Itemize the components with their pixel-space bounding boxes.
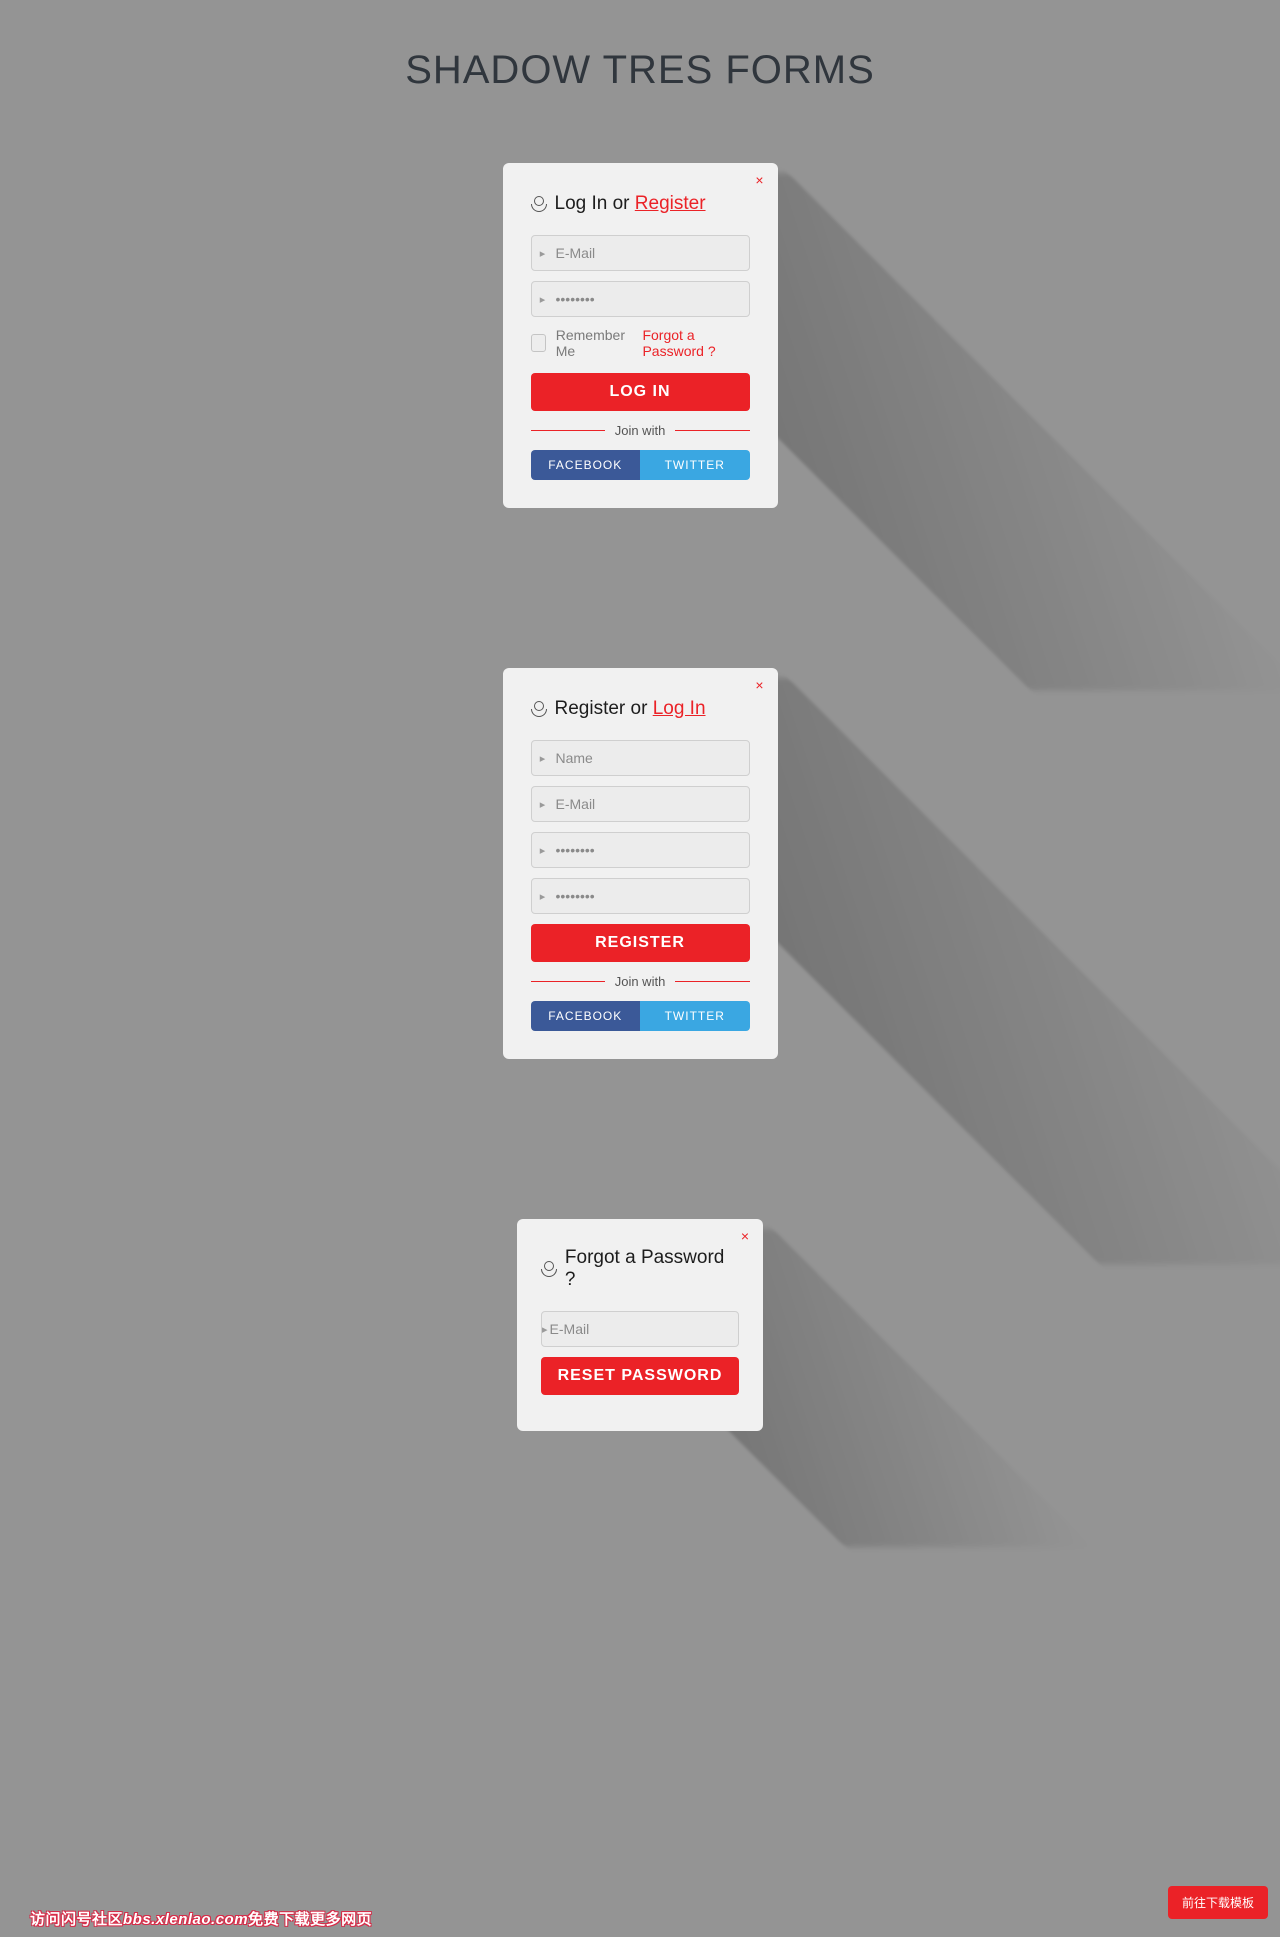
remember-row: Remember Me Forgot a Password ? <box>531 327 750 359</box>
forgot-card-wrap: × Forgot a Password ? ▸ RESET PASSWORD <box>517 1219 763 1431</box>
join-divider: Join with <box>531 423 750 438</box>
login-button[interactable]: LOG IN <box>531 373 750 411</box>
twitter-button[interactable]: TWITTER <box>640 450 750 480</box>
email-field[interactable] <box>548 1312 739 1346</box>
download-template-button[interactable]: 前往下载模板 <box>1168 1886 1268 1919</box>
register-title-prefix: Register or <box>555 698 653 719</box>
login-title-prefix: Log In or <box>555 193 635 214</box>
page-title: SHADOW TRES FORMS <box>0 0 1280 163</box>
login-link[interactable]: Log In <box>653 698 706 719</box>
chevron-right-icon: ▸ <box>532 752 554 765</box>
password-field[interactable] <box>554 282 749 316</box>
facebook-button[interactable]: FACEBOOK <box>531 1001 641 1031</box>
twitter-button[interactable]: TWITTER <box>640 1001 750 1031</box>
register-header: Register or Log In <box>531 698 750 720</box>
register-button[interactable]: REGISTER <box>531 924 750 962</box>
join-divider: Join with <box>531 974 750 989</box>
watermark: 访问闪号社区bbs.xlenlao.com免费下载更多网页 <box>30 1908 372 1929</box>
email-field-wrap: ▸ <box>541 1311 739 1347</box>
remember-label: Remember Me <box>556 327 633 359</box>
password-field-wrap: ▸ <box>531 832 750 868</box>
close-icon[interactable]: × <box>755 173 763 187</box>
email-field-wrap: ▸ <box>531 235 750 271</box>
confirm-password-field-wrap: ▸ <box>531 878 750 914</box>
login-card-wrap: × Log In or Register ▸ ▸ Remember Me For… <box>503 163 778 508</box>
close-icon[interactable]: × <box>741 1229 749 1243</box>
user-icon <box>531 701 545 717</box>
chevron-right-icon: ▸ <box>532 798 554 811</box>
name-field-wrap: ▸ <box>531 740 750 776</box>
forgot-title: Forgot a Password ? <box>565 1247 739 1291</box>
remember-checkbox[interactable] <box>531 334 546 352</box>
confirm-password-field[interactable] <box>554 879 749 913</box>
social-row: FACEBOOK TWITTER <box>531 450 750 480</box>
facebook-button[interactable]: FACEBOOK <box>531 450 641 480</box>
email-field-wrap: ▸ <box>531 786 750 822</box>
email-field[interactable] <box>554 787 749 821</box>
chevron-right-icon: ▸ <box>532 247 554 260</box>
register-card-wrap: × Register or Log In ▸ ▸ ▸ ▸ REGISTER Jo… <box>503 668 778 1059</box>
forgot-header: Forgot a Password ? <box>541 1247 739 1291</box>
forgot-card: × Forgot a Password ? ▸ RESET PASSWORD <box>517 1219 763 1431</box>
login-card: × Log In or Register ▸ ▸ Remember Me For… <box>503 163 778 508</box>
user-icon <box>531 196 545 212</box>
user-icon <box>541 1261 555 1277</box>
forgot-password-link[interactable]: Forgot a Password ? <box>642 327 749 359</box>
chevron-right-icon: ▸ <box>532 293 554 306</box>
close-icon[interactable]: × <box>755 678 763 692</box>
password-field[interactable] <box>554 833 749 867</box>
name-field[interactable] <box>554 741 749 775</box>
login-header: Log In or Register <box>531 193 750 215</box>
register-card: × Register or Log In ▸ ▸ ▸ ▸ REGISTER Jo… <box>503 668 778 1059</box>
register-link[interactable]: Register <box>635 193 706 214</box>
reset-password-button[interactable]: RESET PASSWORD <box>541 1357 739 1395</box>
password-field-wrap: ▸ <box>531 281 750 317</box>
email-field[interactable] <box>554 236 749 270</box>
social-row: FACEBOOK TWITTER <box>531 1001 750 1031</box>
chevron-right-icon: ▸ <box>532 890 554 903</box>
chevron-right-icon: ▸ <box>532 844 554 857</box>
